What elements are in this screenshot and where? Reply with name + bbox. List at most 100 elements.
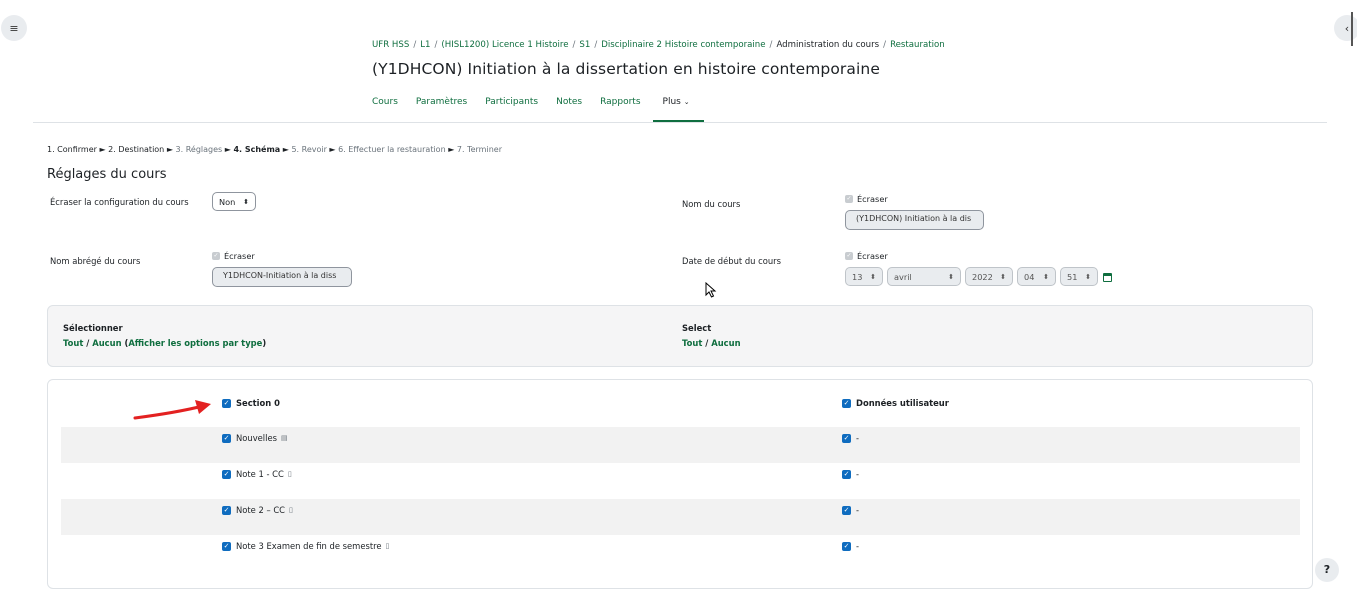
step-arrow: ► — [448, 145, 455, 154]
scrollbar[interactable] — [1351, 12, 1353, 46]
select-panel — [47, 305, 1313, 367]
year-value: 2022 — [972, 271, 993, 282]
updown-icon: ⬍ — [1000, 272, 1006, 281]
step-1: 1. Confirmer — [47, 145, 97, 154]
breadcrumb-item: Administration du cours — [776, 40, 880, 50]
activity-checkbox[interactable]: ✓ Nouvelles ▤ — [222, 433, 288, 443]
slash: / — [705, 338, 709, 348]
shortname-overwrite[interactable]: ✓ Écraser — [212, 251, 255, 261]
course-settings-heading: Réglages du cours — [47, 167, 167, 182]
checkbox-checked-icon: ✓ — [842, 398, 851, 408]
shortname-field[interactable]: Y1DHCON-Initiation à la diss — [212, 267, 352, 287]
step-arrow: ► — [282, 145, 289, 154]
breadcrumb-item[interactable]: UFR HSS — [372, 40, 409, 50]
step-7: 7. Terminer — [456, 145, 502, 154]
step-3: 3. Réglages — [175, 145, 223, 154]
annotation-arrow-icon — [133, 400, 211, 420]
assignment-icon: ▯ — [287, 470, 292, 478]
activity-userdata-checkbox[interactable]: ✓ - — [842, 541, 859, 551]
year-select[interactable]: 2022 ⬍ — [965, 267, 1013, 286]
breadcrumb-item[interactable]: (HISL1200) Licence 1 Histoire — [441, 40, 568, 50]
restore-stepper: 1. Confirmer ► 2. Destination ► 3. Régla… — [47, 145, 502, 154]
checkbox-checked-icon: ✓ — [222, 541, 231, 551]
overwrite-label: Écraser — [224, 251, 255, 261]
help-button[interactable]: ? — [1315, 558, 1339, 582]
breadcrumb-item[interactable]: Restauration — [890, 40, 945, 50]
activity-checkbox[interactable]: ✓ Note 2 – CC ▯ — [222, 505, 293, 515]
month-value: avril — [894, 271, 912, 282]
help-label: ? — [1323, 563, 1331, 576]
checkbox-checked-icon: ✓ — [222, 469, 231, 479]
section-0-userdata-checkbox[interactable]: ✓ Données utilisateur — [842, 398, 949, 408]
calendar-icon[interactable] — [1103, 273, 1112, 282]
select-links-right: Tout / Aucun — [682, 338, 741, 348]
activity-userdata-checkbox[interactable]: ✓ - — [842, 505, 859, 515]
show-type-options-link[interactable]: Afficher les options par type — [128, 338, 262, 348]
select-all-link[interactable]: Tout — [682, 338, 702, 348]
select-heading: Sélectionner — [63, 323, 123, 333]
step-2: 2. Destination — [108, 145, 165, 154]
breadcrumb-item[interactable]: S1 — [579, 40, 590, 50]
sections-panel — [47, 379, 1313, 589]
tab-cours[interactable]: Cours — [372, 92, 398, 122]
hour-select[interactable]: 04 ⬍ — [1017, 267, 1056, 286]
updown-icon: ⬍ — [870, 272, 876, 281]
step-arrow: ► — [329, 145, 336, 154]
select-none-link[interactable]: Aucun — [92, 338, 121, 348]
step-5: 5. Revoir — [291, 145, 327, 154]
month-select[interactable]: avril ⬍ — [887, 267, 961, 286]
tab-participants[interactable]: Participants — [485, 92, 538, 122]
course-index-toggle[interactable]: ≡ — [1, 15, 27, 41]
updown-icon: ⬍ — [1043, 272, 1049, 281]
activity-checkbox[interactable]: ✓ Note 1 - CC ▯ — [222, 469, 292, 479]
activity-label: Note 1 - CC — [236, 469, 284, 479]
course-name-field[interactable]: (Y1DHCON) Initiation à la dis — [845, 210, 984, 230]
startdate-label: Date de début du cours — [682, 256, 781, 266]
breadcrumb-item[interactable]: Disciplinaire 2 Histoire contemporaine — [601, 40, 765, 50]
tab-rapports[interactable]: Rapports — [600, 92, 640, 122]
user-data-label: Données utilisateur — [856, 398, 949, 408]
activity-userdata-checkbox[interactable]: ✓ - — [842, 433, 859, 443]
course-name-label: Nom du cours — [682, 199, 741, 209]
activity-userdata-label: - — [856, 433, 860, 443]
assignment-icon: ▯ — [289, 506, 293, 514]
overwrite-config-label: Écraser la configuration du cours — [50, 197, 189, 207]
minute-value: 51 — [1067, 271, 1078, 282]
section-0-label: Section 0 — [236, 398, 281, 408]
checkbox-checked-icon: ✓ — [842, 469, 851, 479]
startdate-overwrite[interactable]: ✓ Écraser — [845, 251, 888, 261]
checkbox-checked-icon: ✓ — [222, 433, 231, 443]
course-name-overwrite[interactable]: ✓ Écraser — [845, 194, 888, 204]
checkbox-disabled-icon: ✓ — [845, 195, 853, 203]
overwrite-config-value: Non — [219, 196, 236, 207]
activity-checkbox[interactable]: ✓ Note 3 Examen de fin de semestre ▯ — [222, 541, 389, 551]
select-none-link[interactable]: Aucun — [711, 338, 740, 348]
minute-select[interactable]: 51 ⬍ — [1060, 267, 1098, 286]
section-0-checkbox[interactable]: ✓ Section 0 — [222, 398, 280, 408]
checkbox-checked-icon: ✓ — [842, 505, 851, 515]
block-drawer-toggle[interactable]: ‹ — [1334, 15, 1357, 41]
step-arrow: ► — [166, 145, 173, 154]
hour-value: 04 — [1024, 271, 1035, 282]
course-nav: Cours Paramètres Participants Notes Rapp… — [372, 92, 722, 122]
select-heading-right: Select — [682, 323, 712, 333]
tab-parametres[interactable]: Paramètres — [416, 92, 467, 122]
day-select[interactable]: 13 ⬍ — [845, 267, 883, 286]
overwrite-label: Écraser — [857, 251, 888, 261]
activity-userdata-label: - — [856, 469, 860, 479]
activity-label: Note 3 Examen de fin de semestre — [236, 541, 382, 551]
breadcrumb-item[interactable]: L1 — [420, 40, 430, 50]
step-arrow: ► — [224, 145, 231, 154]
breadcrumb: UFR HSS / L1/(HISL1200) Licence 1 Histoire… — [372, 40, 945, 50]
updown-icon: ⬍ — [243, 197, 249, 206]
chevron-down-icon: ⌄ — [683, 98, 690, 106]
tab-more[interactable]: Plus ⌄ — [652, 92, 704, 122]
select-all-link[interactable]: Tout — [63, 338, 83, 348]
tab-notes[interactable]: Notes — [556, 92, 582, 122]
step-arrow: ► — [99, 145, 106, 154]
overwrite-config-select[interactable]: Non ⬍ — [212, 192, 256, 211]
activity-userdata-label: - — [856, 505, 860, 515]
activity-userdata-checkbox[interactable]: ✓ - — [842, 469, 859, 479]
overwrite-label: Écraser — [857, 194, 888, 204]
page-title: (Y1DHCON) Initiation à la dissertation e… — [372, 60, 880, 78]
